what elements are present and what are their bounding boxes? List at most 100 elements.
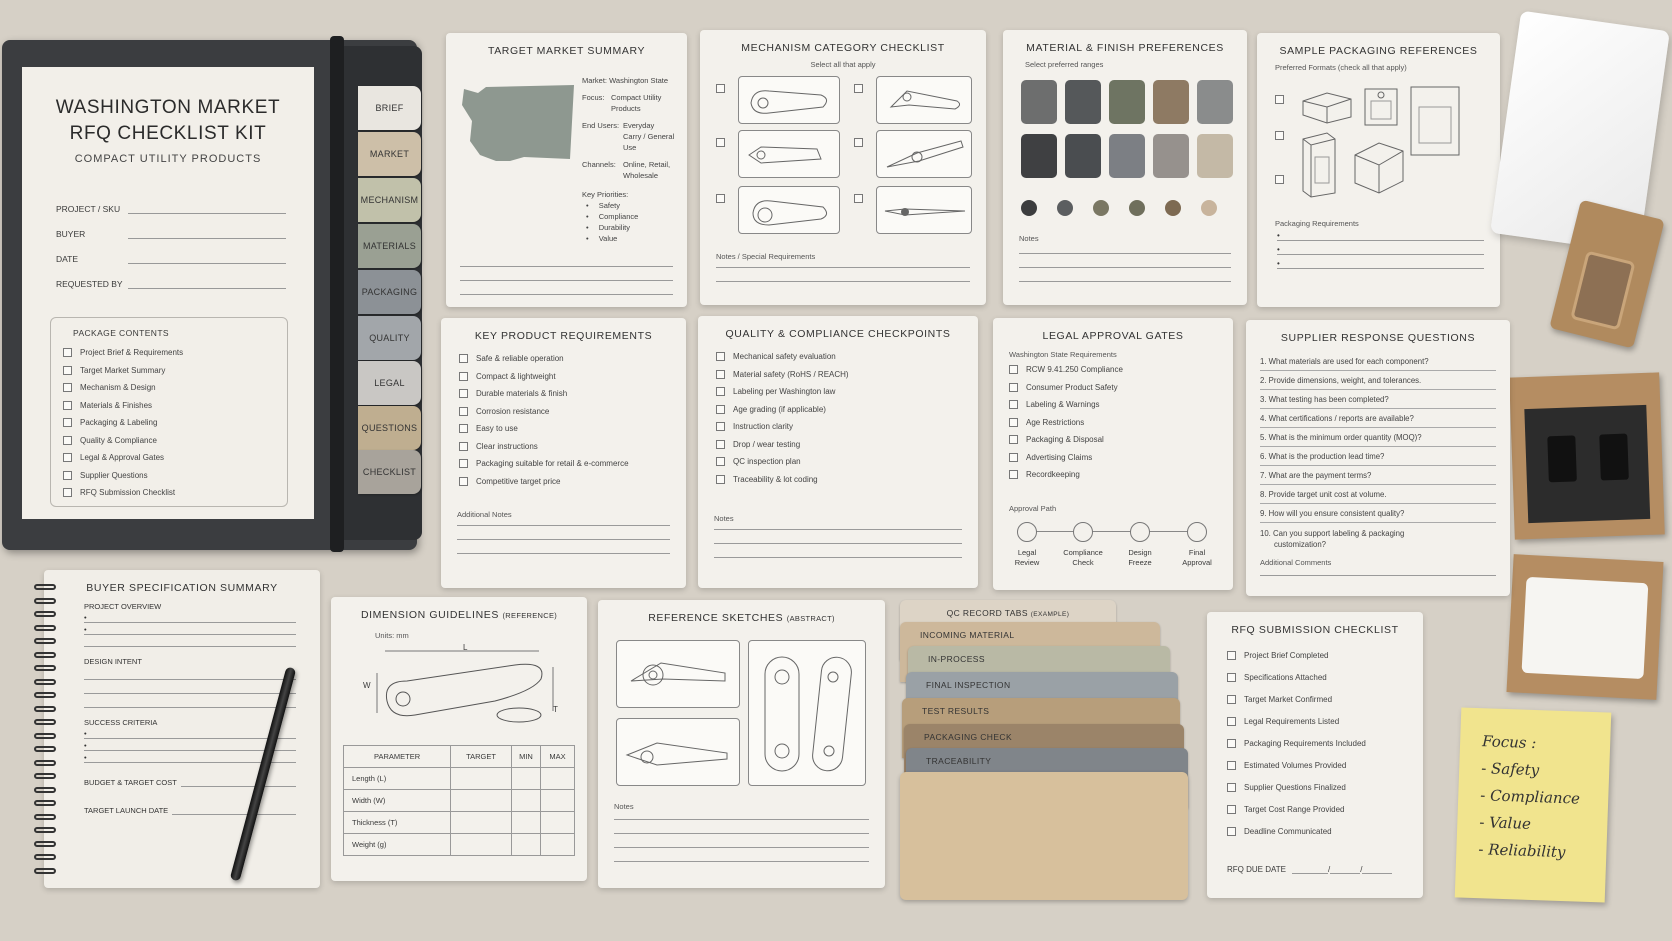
contents-item[interactable]: Legal & Approval Gates [63,449,273,467]
packaging-checkbox[interactable] [1275,171,1292,189]
mechanism-checkbox[interactable] [716,190,733,208]
contents-item[interactable]: Supplier Questions [63,467,273,485]
packaging-req-lines[interactable]: • • • [1277,227,1484,269]
color-dot[interactable] [1201,200,1217,216]
mechanism-checkbox[interactable] [854,190,871,208]
tab-checklist[interactable]: CHECKLIST [358,450,421,494]
tab-quality[interactable]: QUALITY [358,316,421,360]
requirement-item[interactable]: Easy to use [459,420,686,438]
notes-lines[interactable] [460,253,673,295]
finish-swatch[interactable] [1109,80,1145,124]
approval-step[interactable] [1017,522,1037,542]
notes-lines[interactable] [614,806,869,862]
tab-brief[interactable]: BRIEF [358,86,421,130]
rfq-item[interactable]: Estimated Volumes Provided [1227,754,1423,776]
cell-input[interactable] [450,833,512,856]
requirement-item[interactable]: Durable materials & finish [459,385,686,403]
finish-swatch[interactable] [1197,80,1233,124]
tab-mechanism[interactable]: MECHANISM [358,178,421,222]
requirement-item[interactable]: Safe & reliable operation [459,350,686,368]
finish-swatch[interactable] [1197,134,1233,178]
notes-lines[interactable] [1019,240,1231,282]
legal-item[interactable]: Consumer Product Safety [1009,379,1233,397]
cell-input[interactable] [539,833,576,856]
contents-item[interactable]: Project Brief & Requirements [63,344,273,362]
cell-input[interactable] [539,789,576,812]
requirement-item[interactable]: Corrosion resistance [459,403,686,421]
field-line[interactable] [128,279,286,289]
legal-item[interactable]: Advertising Claims [1009,449,1233,467]
quality-item[interactable]: Material safety (RoHS / REACH) [716,366,978,384]
color-dot[interactable] [1093,200,1109,216]
tab-questions[interactable]: QUESTIONS [358,406,421,450]
legal-item[interactable]: RCW 9.41.250 Compliance [1009,361,1233,379]
rfq-item[interactable]: Target Market Confirmed [1227,688,1423,710]
packaging-checkbox[interactable] [1275,127,1292,145]
cell-input[interactable] [450,789,512,812]
quality-item[interactable]: Age grading (if applicable) [716,401,978,419]
cell-input[interactable] [450,767,512,790]
mechanism-checkbox[interactable] [854,80,871,98]
contents-item[interactable]: Packaging & Labeling [63,414,273,432]
rfq-item[interactable]: Deadline Communicated [1227,820,1423,842]
legal-item[interactable]: Labeling & Warnings [1009,396,1233,414]
comments-line[interactable] [1260,562,1496,576]
finish-swatch[interactable] [1065,80,1101,124]
cell-input[interactable] [510,811,541,834]
notes-lines[interactable] [457,512,670,554]
legal-item[interactable]: Recordkeeping [1009,466,1233,484]
tab-legal[interactable]: LEGAL [358,361,421,405]
mechanism-checkbox[interactable] [716,134,733,152]
quality-item[interactable]: Instruction clarity [716,418,978,436]
field-line[interactable] [128,204,286,214]
quality-item[interactable]: Mechanical safety evaluation [716,348,978,366]
finish-swatch[interactable] [1153,80,1189,124]
finish-swatch[interactable] [1109,134,1145,178]
rfq-item[interactable]: Legal Requirements Listed [1227,710,1423,732]
cell-input[interactable] [539,767,576,790]
mechanism-checkbox[interactable] [716,80,733,98]
quality-item[interactable]: Labeling per Washington law [716,383,978,401]
approval-step[interactable] [1187,522,1207,542]
requirement-item[interactable]: Packaging suitable for retail & e-commer… [459,455,686,473]
cell-input[interactable] [539,811,576,834]
rfq-due-date[interactable]: RFQ DUE DATE / / [1227,864,1407,874]
rfq-item[interactable]: Specifications Attached [1227,666,1423,688]
requirement-item[interactable]: Competitive target price [459,473,686,491]
notes-lines[interactable] [714,516,962,558]
tab-market[interactable]: MARKET [358,132,421,176]
quality-item[interactable]: Traceability & lot coding [716,471,978,489]
contents-item[interactable]: RFQ Submission Checklist [63,484,273,502]
finish-swatch[interactable] [1021,80,1057,124]
contents-item[interactable]: Target Market Summary [63,362,273,380]
color-dot[interactable] [1057,200,1073,216]
cell-input[interactable] [510,789,541,812]
rfq-item[interactable]: Supplier Questions Finalized [1227,776,1423,798]
approval-step[interactable] [1130,522,1150,542]
contents-item[interactable]: Quality & Compliance [63,432,273,450]
approval-step[interactable] [1073,522,1093,542]
cell-input[interactable] [510,767,541,790]
finish-swatch[interactable] [1021,134,1057,178]
packaging-checkbox[interactable] [1275,91,1292,109]
finish-swatch[interactable] [1065,134,1101,178]
color-dot[interactable] [1165,200,1181,216]
cell-input[interactable] [450,811,512,834]
color-dot[interactable] [1021,200,1037,216]
rfq-item[interactable]: Target Cost Range Provided [1227,798,1423,820]
contents-item[interactable]: Mechanism & Design [63,379,273,397]
requirement-item[interactable]: Clear instructions [459,438,686,456]
notes-lines[interactable] [716,254,970,282]
finish-swatch[interactable] [1153,134,1189,178]
legal-item[interactable]: Packaging & Disposal [1009,431,1233,449]
rfq-item[interactable]: Project Brief Completed [1227,644,1423,666]
legal-item[interactable]: Age Restrictions [1009,414,1233,432]
quality-item[interactable]: QC inspection plan [716,453,978,471]
contents-item[interactable]: Materials & Finishes [63,397,273,415]
field-line[interactable] [128,254,286,264]
requirement-item[interactable]: Compact & lightweight [459,368,686,386]
tab-packaging[interactable]: PACKAGING [358,270,421,314]
quality-item[interactable]: Drop / wear testing [716,436,978,454]
rfq-item[interactable]: Packaging Requirements Included [1227,732,1423,754]
field-line[interactable] [128,229,286,239]
